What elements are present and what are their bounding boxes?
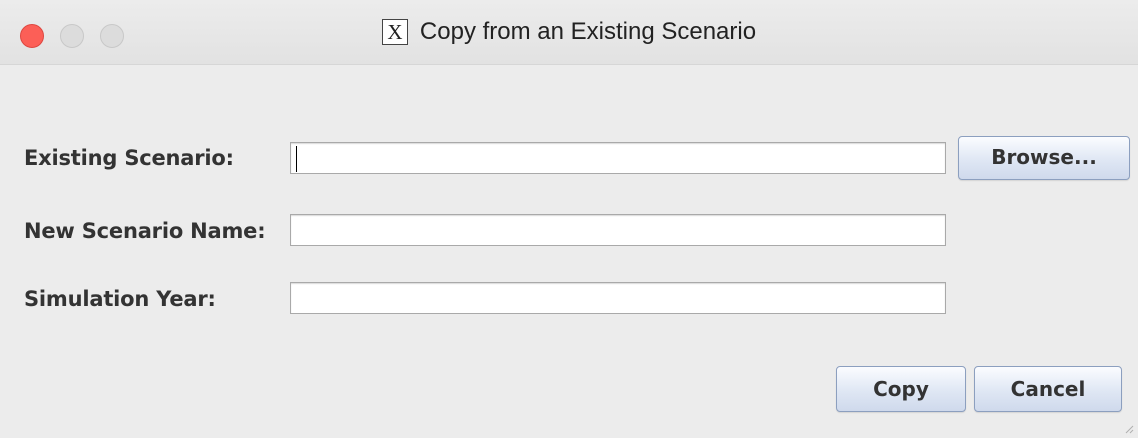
window-title-area: X Copy from an Existing Scenario <box>0 18 1138 50</box>
cancel-button[interactable]: Cancel <box>974 366 1122 412</box>
window-title: Copy from an Existing Scenario <box>419 18 757 45</box>
x11-app-icon: X <box>381 19 408 45</box>
browse-button[interactable]: Browse... <box>958 136 1130 180</box>
text-caret <box>296 146 297 172</box>
simulation-year-input[interactable] <box>290 282 946 314</box>
resize-grip-icon[interactable] <box>1122 422 1134 434</box>
simulation-year-label: Simulation Year: <box>24 287 216 311</box>
existing-scenario-label: Existing Scenario: <box>24 146 234 170</box>
copy-scenario-dialog: X Copy from an Existing Scenario Existin… <box>0 0 1138 438</box>
svg-text:X: X <box>387 21 402 43</box>
copy-button[interactable]: Copy <box>836 366 966 412</box>
new-scenario-name-label: New Scenario Name: <box>24 219 266 243</box>
existing-scenario-input[interactable] <box>290 142 946 174</box>
title-bar[interactable]: X Copy from an Existing Scenario <box>0 0 1138 65</box>
new-scenario-name-input[interactable] <box>290 214 946 246</box>
